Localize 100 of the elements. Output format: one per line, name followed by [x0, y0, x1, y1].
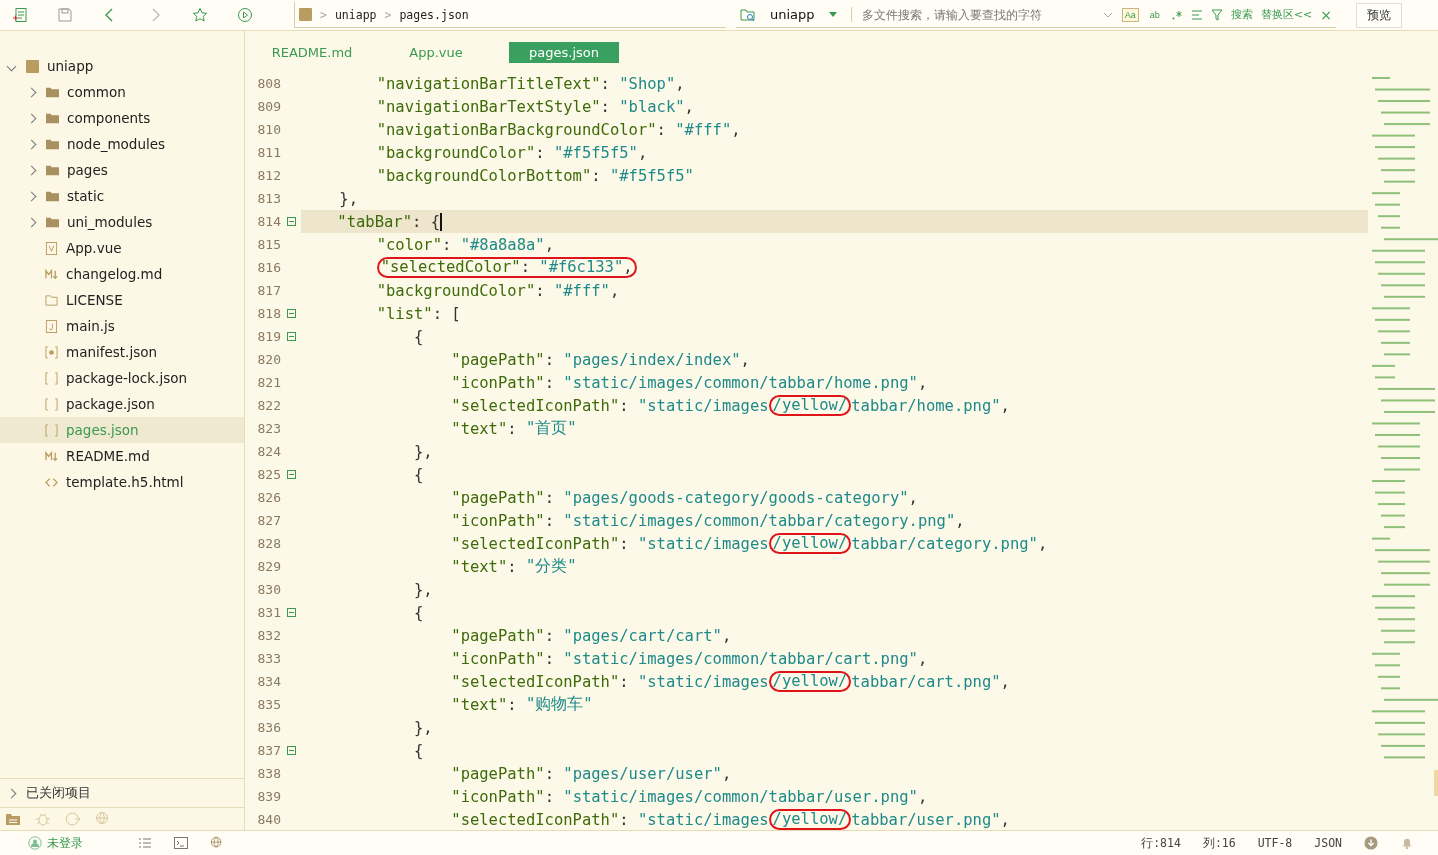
cursor-column: 列:16: [1202, 835, 1236, 851]
code-line: },: [339, 188, 358, 210]
code-line: "text": "分类": [451, 556, 577, 578]
tree-label: pages: [67, 162, 108, 178]
encoding-label[interactable]: UTF-8: [1257, 836, 1293, 850]
line-number: 808: [256, 76, 281, 91]
code-line: "iconPath": "static/images/common/tabbar/cart.png",: [451, 648, 928, 670]
code-line: "selectedIconPath": "static/images /yellow/ tabbar/cart.png",: [451, 670, 1010, 693]
tree-item[interactable]: uni_modules: [0, 209, 244, 235]
code-line: },: [413, 579, 433, 601]
globe-cloud-icon[interactable]: [95, 811, 111, 827]
tree-item[interactable]: components: [0, 105, 244, 131]
tree-label: components: [67, 110, 151, 126]
code-line: "pagePath": "pages/cart/cart",: [451, 625, 732, 647]
terminal-icon[interactable]: [174, 836, 188, 850]
file-j-icon: [45, 319, 58, 333]
tree-item[interactable]: main.js: [0, 313, 244, 339]
new-file-icon[interactable]: [12, 7, 28, 23]
folder-icon: [46, 111, 59, 125]
code-line: {: [413, 740, 424, 762]
filter-icon[interactable]: [1210, 8, 1223, 21]
fold-toggle[interactable]: [287, 470, 296, 479]
login-status[interactable]: 未登录: [28, 834, 116, 852]
breadcrumb-separator: >: [384, 7, 392, 22]
line-number: 832: [256, 628, 281, 643]
code-line: "text": "购物车": [451, 694, 593, 716]
search-field[interactable]: 多文件搜索，请输入要查找的字符: [860, 6, 1094, 23]
fold-toggle[interactable]: [287, 309, 296, 318]
line-number: 833: [256, 651, 281, 666]
fold-toggle[interactable]: [287, 217, 296, 226]
search-button[interactable]: 搜索: [1230, 7, 1253, 22]
tree-item[interactable]: uniapp: [0, 53, 244, 79]
code-line: "selectedIconPath": "static/images /yellow/ tabbar/home.png",: [451, 394, 1010, 417]
line-number: 831: [256, 605, 281, 620]
code-line: "backgroundColor": "#fff",: [376, 280, 620, 302]
user-icon: [28, 836, 42, 850]
closed-projects-item[interactable]: 已关闭项目: [0, 778, 244, 808]
line-number: 838: [256, 766, 281, 781]
bug-icon[interactable]: [35, 811, 51, 827]
tree-item[interactable]: package.json: [0, 391, 244, 417]
tree-item[interactable]: manifest.json: [0, 339, 244, 365]
fold-toggle[interactable]: [287, 608, 296, 617]
tree-item[interactable]: README.md: [0, 443, 244, 469]
align-icon[interactable]: [1190, 8, 1203, 21]
search-option-toggle[interactable]: ab: [1146, 7, 1163, 22]
line-number: 815: [256, 237, 281, 252]
run-icon[interactable]: [237, 7, 253, 23]
line-number: 823: [256, 421, 281, 436]
tree-label: main.js: [66, 318, 115, 334]
tree-item[interactable]: pages: [0, 157, 244, 183]
folder-search-icon: [740, 6, 756, 23]
tree-item[interactable]: node_modules: [0, 131, 244, 157]
language-label[interactable]: JSON: [1314, 836, 1342, 850]
save-icon[interactable]: [57, 7, 73, 23]
tree-item[interactable]: package-lock.json: [0, 365, 244, 391]
tree-item[interactable]: LICENSE: [0, 287, 244, 313]
tree-label: template.h5.html: [66, 474, 184, 490]
line-number: 835: [256, 697, 281, 712]
tree-label: manifest.json: [66, 344, 157, 360]
refresh-icon[interactable]: [65, 811, 81, 827]
bell-icon[interactable]: [1400, 836, 1414, 850]
breadcrumb-item[interactable]: pages.json: [399, 7, 469, 22]
search-option-toggle[interactable]: Aa: [1121, 7, 1139, 22]
fold-toggle[interactable]: [287, 332, 296, 341]
preview-button[interactable]: 预览: [1356, 2, 1402, 28]
folder-tab-icon[interactable]: [5, 811, 21, 827]
code-line: "selectedIconPath": "static/images /yellow/ tabbar/category.png",: [451, 532, 1048, 555]
line-number: 834: [256, 674, 281, 689]
tree-label: package.json: [66, 396, 155, 412]
globe-cloud-icon[interactable]: [210, 836, 224, 850]
tree-item[interactable]: template.h5.html: [0, 469, 244, 495]
tree-label: pages.json: [66, 422, 139, 438]
tree-label: uniapp: [47, 58, 94, 74]
line-number: 829: [256, 559, 281, 574]
list-icon[interactable]: [138, 836, 152, 850]
line-number: 839: [256, 789, 281, 804]
folder-icon: [46, 189, 59, 203]
tree-item[interactable]: App.vue: [0, 235, 244, 261]
tree-label: package-lock.json: [66, 370, 187, 386]
folder-icon: [46, 215, 59, 229]
replace-toggle[interactable]: 替换区<<: [1260, 7, 1313, 22]
line-number: 819: [256, 329, 281, 344]
star-icon[interactable]: [192, 7, 208, 23]
code-line: {: [413, 602, 424, 624]
code-line: "pagePath": "pages/user/user",: [451, 763, 732, 785]
line-number: 821: [256, 375, 281, 390]
tree-item[interactable]: common: [0, 79, 244, 105]
regex-icon[interactable]: [1170, 8, 1183, 21]
code-line: "pagePath": "pages/index/index",: [451, 349, 750, 371]
tree-item[interactable]: changelog.md: [0, 261, 244, 287]
line-number: 828: [256, 536, 281, 551]
line-number: 816: [256, 260, 281, 275]
tree-label: static: [67, 188, 105, 204]
close-button[interactable]: ×: [1320, 6, 1332, 23]
tree-item[interactable]: static: [0, 183, 244, 209]
fold-toggle[interactable]: [287, 746, 296, 755]
scope-dropdown[interactable]: uniapp: [764, 7, 852, 22]
breadcrumb-item[interactable]: uniapp: [334, 7, 377, 22]
code-line: "navigationBarBackgroundColor": "#fff",: [376, 119, 741, 141]
download-icon[interactable]: [1364, 836, 1378, 850]
